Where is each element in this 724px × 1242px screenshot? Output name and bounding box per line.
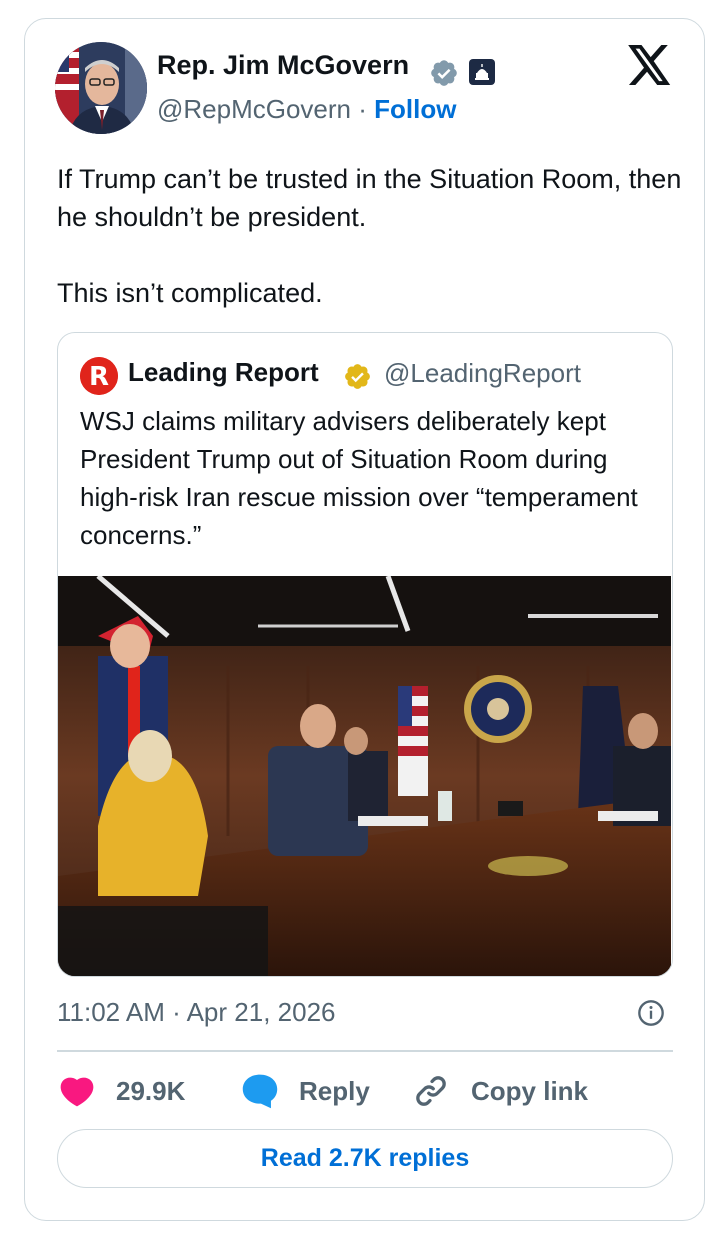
copy-link-label: Copy link: [471, 1075, 589, 1106]
quoted-tweet[interactable]: R Leading Report @LeadingReport WSJ clai…: [57, 332, 673, 977]
quoted-text: WSJ claims military advisers deliberatel…: [80, 406, 638, 550]
author-handle-row: @RepMcGovern · Follow: [157, 94, 456, 125]
quoted-author-handle[interactable]: @LeadingReport: [384, 358, 581, 389]
reply-button[interactable]: Reply: [241, 1071, 370, 1111]
separator-dot: ·: [358, 94, 367, 124]
link-icon: [416, 1076, 446, 1106]
tweet-paragraph: If Trump can’t be trusted in the Situati…: [57, 164, 682, 232]
gray-verified-icon: [431, 60, 457, 86]
like-button[interactable]: 29.9K: [59, 1071, 185, 1111]
tweet-timestamp[interactable]: 11:02 AM · Apr 21, 2026: [57, 997, 335, 1028]
gold-verified-icon: [345, 364, 370, 389]
author-name[interactable]: Rep. Jim McGovern: [157, 50, 409, 81]
tweet-paragraph: This isn’t complicated.: [57, 278, 323, 308]
speech-bubble-icon: [242, 1074, 278, 1109]
x-logo-icon[interactable]: [628, 45, 672, 85]
divider: [57, 1050, 673, 1052]
quoted-author-name[interactable]: Leading Report: [128, 357, 319, 388]
tweet-embed-card: Rep. Jim McGovern @RepMcGovern · Follow …: [24, 18, 705, 1221]
follow-button[interactable]: Follow: [374, 94, 456, 124]
reply-label: Reply: [299, 1075, 370, 1106]
author-avatar[interactable]: [55, 42, 147, 134]
info-icon[interactable]: [637, 999, 665, 1027]
author-handle[interactable]: @RepMcGovern: [157, 94, 351, 124]
heart-icon: [60, 1077, 94, 1107]
situation-room-photo[interactable]: [58, 576, 671, 976]
like-count: 29.9K: [116, 1075, 186, 1106]
capitol-icon: [469, 59, 495, 85]
quoted-avatar[interactable]: R: [80, 357, 118, 395]
tweet-text: If Trump can’t be trusted in the Situati…: [57, 160, 682, 312]
copy-link-button[interactable]: Copy link: [413, 1071, 588, 1111]
read-replies-button[interactable]: Read 2.7K replies: [57, 1129, 673, 1188]
svg-text:R: R: [89, 362, 109, 392]
